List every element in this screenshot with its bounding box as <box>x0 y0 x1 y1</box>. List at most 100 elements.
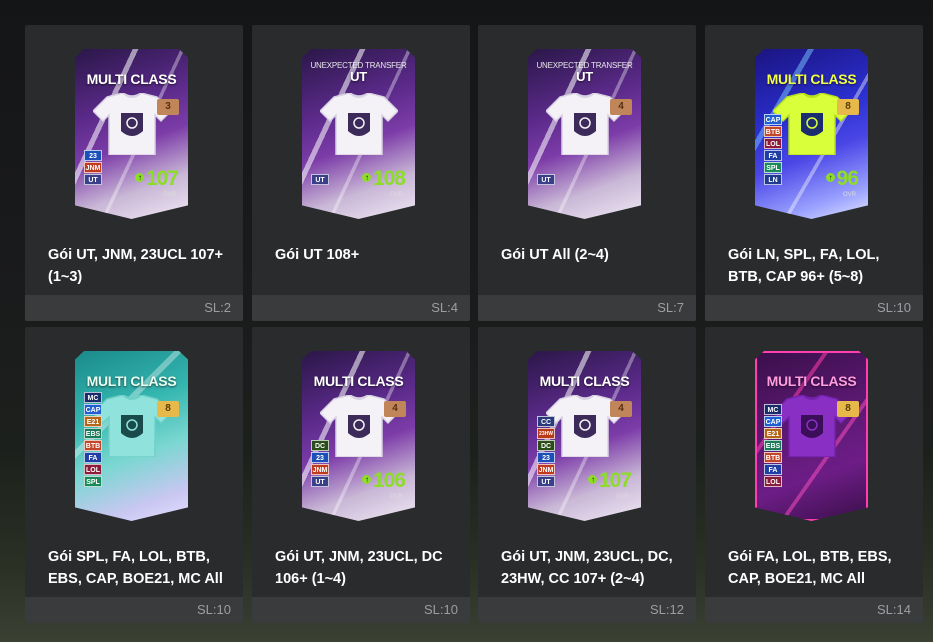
ovr-label: OVR <box>162 192 176 198</box>
pack-item[interactable]: MULTI CLASS 4 CC 23HW DC 23 JNM UT ↑ 107 OVR Gói U… <box>478 327 696 623</box>
season-chip: EBS <box>764 440 782 451</box>
pack-item[interactable]: MULTI CLASS 4 DC 23 JNM UT ↑ 106 OVR Gói UT, JNM… <box>252 327 470 623</box>
season-chip: MC <box>84 392 102 403</box>
pack-card-image: UNEXPECTED TRANSFER UT 4 UT <box>528 49 641 219</box>
pack-card-image: MULTI CLASS 4 CC 23HW DC 23 JNM UT ↑ 107 OVR <box>528 351 641 521</box>
season-chips: UT <box>537 173 555 185</box>
season-chips: CAP BTB LOL FA SPL LN <box>764 113 782 185</box>
level-badge: 8 <box>157 401 179 417</box>
season-chip: UT <box>84 174 102 185</box>
pack-name: Gói UT, JNM, 23UCL, DC 106+ (1~4) <box>275 549 443 587</box>
season-chip: JNM <box>84 162 102 173</box>
season-chip: 23HW <box>537 428 555 439</box>
season-chips: DC 23 JNM UT <box>311 439 329 487</box>
pack-quantity: SL:10 <box>705 295 923 321</box>
ovr-number: 107 <box>598 469 632 492</box>
pack-quantity: SL:2 <box>25 295 243 321</box>
season-chip: JNM <box>537 464 555 475</box>
pack-item[interactable]: MULTI CLASS 3 23 JNM UT ↑ 107 OVR Gói UT, JNM, … <box>25 25 243 321</box>
pack-quantity: SL:12 <box>478 597 696 623</box>
level-badge: 3 <box>157 99 179 115</box>
season-chip: SPL <box>764 162 782 173</box>
card-title: UT <box>350 69 367 84</box>
card-title: MULTI CLASS <box>86 71 177 87</box>
arrow-up-icon: ↑ <box>361 172 371 182</box>
season-chip: UT <box>311 476 329 487</box>
pack-quantity: SL:4 <box>252 295 470 321</box>
card-title: MULTI CLASS <box>766 71 857 87</box>
season-chip: UT <box>537 476 555 487</box>
season-chip: FA <box>84 452 102 463</box>
season-chip: LOL <box>764 476 782 487</box>
pack-card-image: MULTI CLASS 4 DC 23 JNM UT ↑ 106 OVR <box>302 351 415 521</box>
pack-name: Gói SPL, FA, LOL, BTB, EBS, CAP, BOE21, … <box>48 549 223 587</box>
season-chip: DC <box>311 440 329 451</box>
season-chip: 23 <box>311 452 329 463</box>
season-chip: LOL <box>764 138 782 149</box>
season-chip: LN <box>764 174 782 185</box>
pack-card-image: MULTI CLASS 3 23 JNM UT ↑ 107 OVR <box>75 49 188 219</box>
pack-name: Gói UT 108+ <box>275 247 360 263</box>
season-chip: E21 <box>84 416 102 427</box>
level-badge: 8 <box>837 99 859 115</box>
season-chip: CAP <box>764 114 782 125</box>
ovr-label: OVR <box>615 494 629 500</box>
level-badge: 4 <box>610 401 632 417</box>
season-chip: 23 <box>84 150 102 161</box>
ovr-number: 108 <box>372 167 406 190</box>
pack-grid: MULTI CLASS 3 23 JNM UT ↑ 107 OVR Gói UT, JNM, … <box>0 0 933 642</box>
ovr-value: ↑ 107 <box>587 469 632 493</box>
ovr-value: ↑ 106 <box>361 469 406 493</box>
pack-item[interactable]: MULTI CLASS 8 MC CAP E21 EBS BTB FA LOL SPL Gói S… <box>25 327 243 623</box>
card-title: UT <box>576 69 593 84</box>
season-chips: MC CAP E21 EBS BTB FA LOL <box>764 403 782 487</box>
season-chip: MC <box>764 404 782 415</box>
pack-name: Gói UT All (2~4) <box>501 247 609 263</box>
ovr-label: OVR <box>389 192 403 198</box>
season-chips: UT <box>311 173 329 185</box>
season-chip: JNM <box>311 464 329 475</box>
pack-name: Gói FA, LOL, BTB, EBS, CAP, BOE21, MC Al… <box>728 549 892 587</box>
pack-card-image: MULTI CLASS 8 CAP BTB LOL FA SPL LN ↑ 96 OVR <box>755 49 868 219</box>
card-title: MULTI CLASS <box>86 373 177 389</box>
ovr-value: ↑ 107 <box>134 167 179 191</box>
card-title: MULTI CLASS <box>766 373 857 389</box>
season-chip: DC <box>537 440 555 451</box>
ovr-label: OVR <box>389 494 403 500</box>
pack-card-image: MULTI CLASS 8 MC CAP E21 EBS BTB FA LOL <box>755 351 868 521</box>
season-chip: BTB <box>84 440 102 451</box>
arrow-up-icon: ↑ <box>825 172 835 182</box>
level-badge: 4 <box>384 401 406 417</box>
season-chips: MC CAP E21 EBS BTB FA LOL SPL <box>84 391 102 487</box>
season-chip: FA <box>764 150 782 161</box>
pack-card-image: UNEXPECTED TRANSFER UT UT ↑ 108 OVR <box>302 49 415 219</box>
season-chip: E21 <box>764 428 782 439</box>
season-chip: EBS <box>84 428 102 439</box>
season-chip: BTB <box>764 126 782 137</box>
season-chips: 23 JNM UT <box>84 149 102 185</box>
season-chip: SPL <box>84 476 102 487</box>
level-badge: 4 <box>610 99 632 115</box>
season-chip: FA <box>764 464 782 475</box>
pack-item[interactable]: MULTI CLASS 8 MC CAP E21 EBS BTB FA LOL Gói FA, … <box>705 327 923 623</box>
pack-card-image: MULTI CLASS 8 MC CAP E21 EBS BTB FA LOL SPL <box>75 351 188 521</box>
ovr-value: ↑ 96 <box>825 167 859 191</box>
pack-item[interactable]: MULTI CLASS 8 CAP BTB LOL FA SPL LN ↑ 96 OVR Gói L… <box>705 25 923 321</box>
season-chip: UT <box>311 174 329 185</box>
ovr-number: 106 <box>372 469 406 492</box>
ovr-label: OVR <box>842 192 856 198</box>
ovr-value: ↑ 108 <box>361 167 406 191</box>
pack-quantity: SL:10 <box>252 597 470 623</box>
season-chip: BTB <box>764 452 782 463</box>
ovr-number: 96 <box>836 167 859 190</box>
season-chip: 23 <box>537 452 555 463</box>
pack-name: Gói UT, JNM, 23UCL, DC, 23HW, CC 107+ (2… <box>501 549 673 587</box>
pack-quantity: SL:7 <box>478 295 696 321</box>
pack-name: Gói LN, SPL, FA, LOL, BTB, CAP 96+ (5~8) <box>728 247 880 285</box>
season-chip: CC <box>537 416 555 427</box>
season-chip: UT <box>537 174 555 185</box>
card-title: MULTI CLASS <box>313 373 404 389</box>
pack-item[interactable]: UNEXPECTED TRANSFER UT 4 UT Gói UT All (2~4… <box>478 25 696 321</box>
pack-item[interactable]: UNEXPECTED TRANSFER UT UT ↑ 108 OVR Gói UT 10… <box>252 25 470 321</box>
card-title: MULTI CLASS <box>539 373 630 389</box>
